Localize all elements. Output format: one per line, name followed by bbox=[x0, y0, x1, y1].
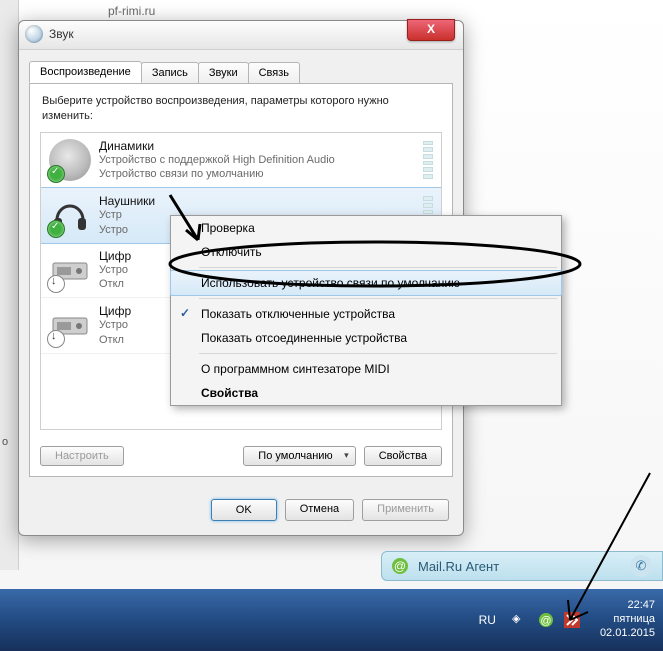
receiver-icon bbox=[49, 249, 91, 291]
default-check-icon bbox=[47, 165, 65, 183]
mailru-toast[interactable]: @ Mail.Ru Агент ✆ bbox=[381, 551, 663, 581]
ctx-about-midi[interactable]: О программном синтезаторе MIDI bbox=[171, 357, 561, 381]
tab-recording[interactable]: Запись bbox=[141, 62, 199, 84]
receiver-icon bbox=[49, 304, 91, 346]
address-crumb: pf-rimi.ru bbox=[108, 4, 155, 18]
ctx-properties[interactable]: Свойства bbox=[171, 381, 561, 405]
tab-playback[interactable]: Воспроизведение bbox=[29, 61, 142, 83]
properties-button[interactable]: Свойства bbox=[364, 446, 442, 466]
clock-day: пятница bbox=[600, 613, 655, 627]
panel-button-row: Настроить По умолчанию Свойства bbox=[40, 446, 442, 466]
ctx-test[interactable]: Проверка bbox=[171, 216, 561, 240]
apply-button[interactable]: Применить bbox=[362, 499, 449, 521]
ctx-use-default-comm[interactable]: Использовать устройство связи по умолчан… bbox=[170, 270, 562, 296]
configure-button[interactable]: Настроить bbox=[40, 446, 124, 466]
device-name: Наушники bbox=[99, 194, 433, 208]
device-status: Устройство связи по умолчанию bbox=[99, 167, 433, 181]
tray-kaspersky-icon[interactable] bbox=[564, 612, 580, 628]
cancel-button[interactable]: Отмена bbox=[285, 499, 354, 521]
tabstrip: Воспроизведение Запись Звуки Связь bbox=[29, 61, 299, 83]
ctx-show-disabled[interactable]: Показать отключенные устройства bbox=[171, 302, 561, 326]
ctx-separator bbox=[199, 298, 557, 299]
sound-icon bbox=[25, 25, 43, 43]
side-label: о bbox=[2, 436, 8, 448]
ctx-disable[interactable]: Отключить bbox=[171, 240, 561, 264]
tab-communications[interactable]: Связь bbox=[248, 62, 300, 84]
set-default-button[interactable]: По умолчанию bbox=[243, 446, 355, 466]
clock-date: 02.01.2015 bbox=[600, 627, 655, 641]
toast-label: Mail.Ru Агент bbox=[418, 559, 499, 574]
level-meter bbox=[423, 141, 433, 179]
svg-text:@: @ bbox=[540, 615, 551, 627]
clock[interactable]: 22:47 пятница 02.01.2015 bbox=[600, 599, 655, 640]
speaker-icon bbox=[49, 139, 91, 181]
close-button[interactable]: X bbox=[407, 19, 455, 41]
tray-app-icon[interactable]: @ bbox=[538, 612, 554, 628]
device-speakers[interactable]: Динамики Устройство с поддержкой High De… bbox=[41, 133, 441, 189]
clock-time: 22:47 bbox=[600, 599, 655, 613]
device-name: Динамики bbox=[99, 139, 433, 153]
phone-icon[interactable]: ✆ bbox=[630, 555, 652, 577]
ok-button[interactable]: OK bbox=[211, 499, 277, 521]
left-sidebar-stub: о bbox=[0, 0, 19, 570]
ctx-separator bbox=[199, 353, 557, 354]
system-tray-row2[interactable] bbox=[555, 633, 575, 645]
context-menu: Проверка Отключить Использовать устройст… bbox=[170, 215, 562, 406]
device-desc: Устройство с поддержкой High Definition … bbox=[99, 153, 433, 167]
headphones-icon bbox=[49, 194, 91, 236]
language-indicator[interactable]: RU bbox=[479, 613, 496, 627]
tray-chevron-icon[interactable]: ◈ bbox=[512, 612, 528, 628]
ctx-separator bbox=[199, 267, 557, 268]
tab-sounds[interactable]: Звуки bbox=[198, 62, 249, 84]
titlebar[interactable]: Звук X bbox=[19, 21, 463, 50]
disabled-arrow-icon bbox=[47, 275, 65, 293]
ctx-show-disconnected[interactable]: Показать отсоединенные устройства bbox=[171, 326, 561, 350]
panel-instruction: Выберите устройство воспроизведения, пар… bbox=[30, 84, 452, 130]
at-icon: @ bbox=[392, 558, 408, 574]
window-title: Звук bbox=[49, 27, 74, 41]
dialog-button-row: OK Отмена Применить bbox=[211, 499, 449, 521]
taskbar[interactable]: RU ◈ @ 22:47 пятница 02.01.2015 bbox=[0, 589, 663, 651]
